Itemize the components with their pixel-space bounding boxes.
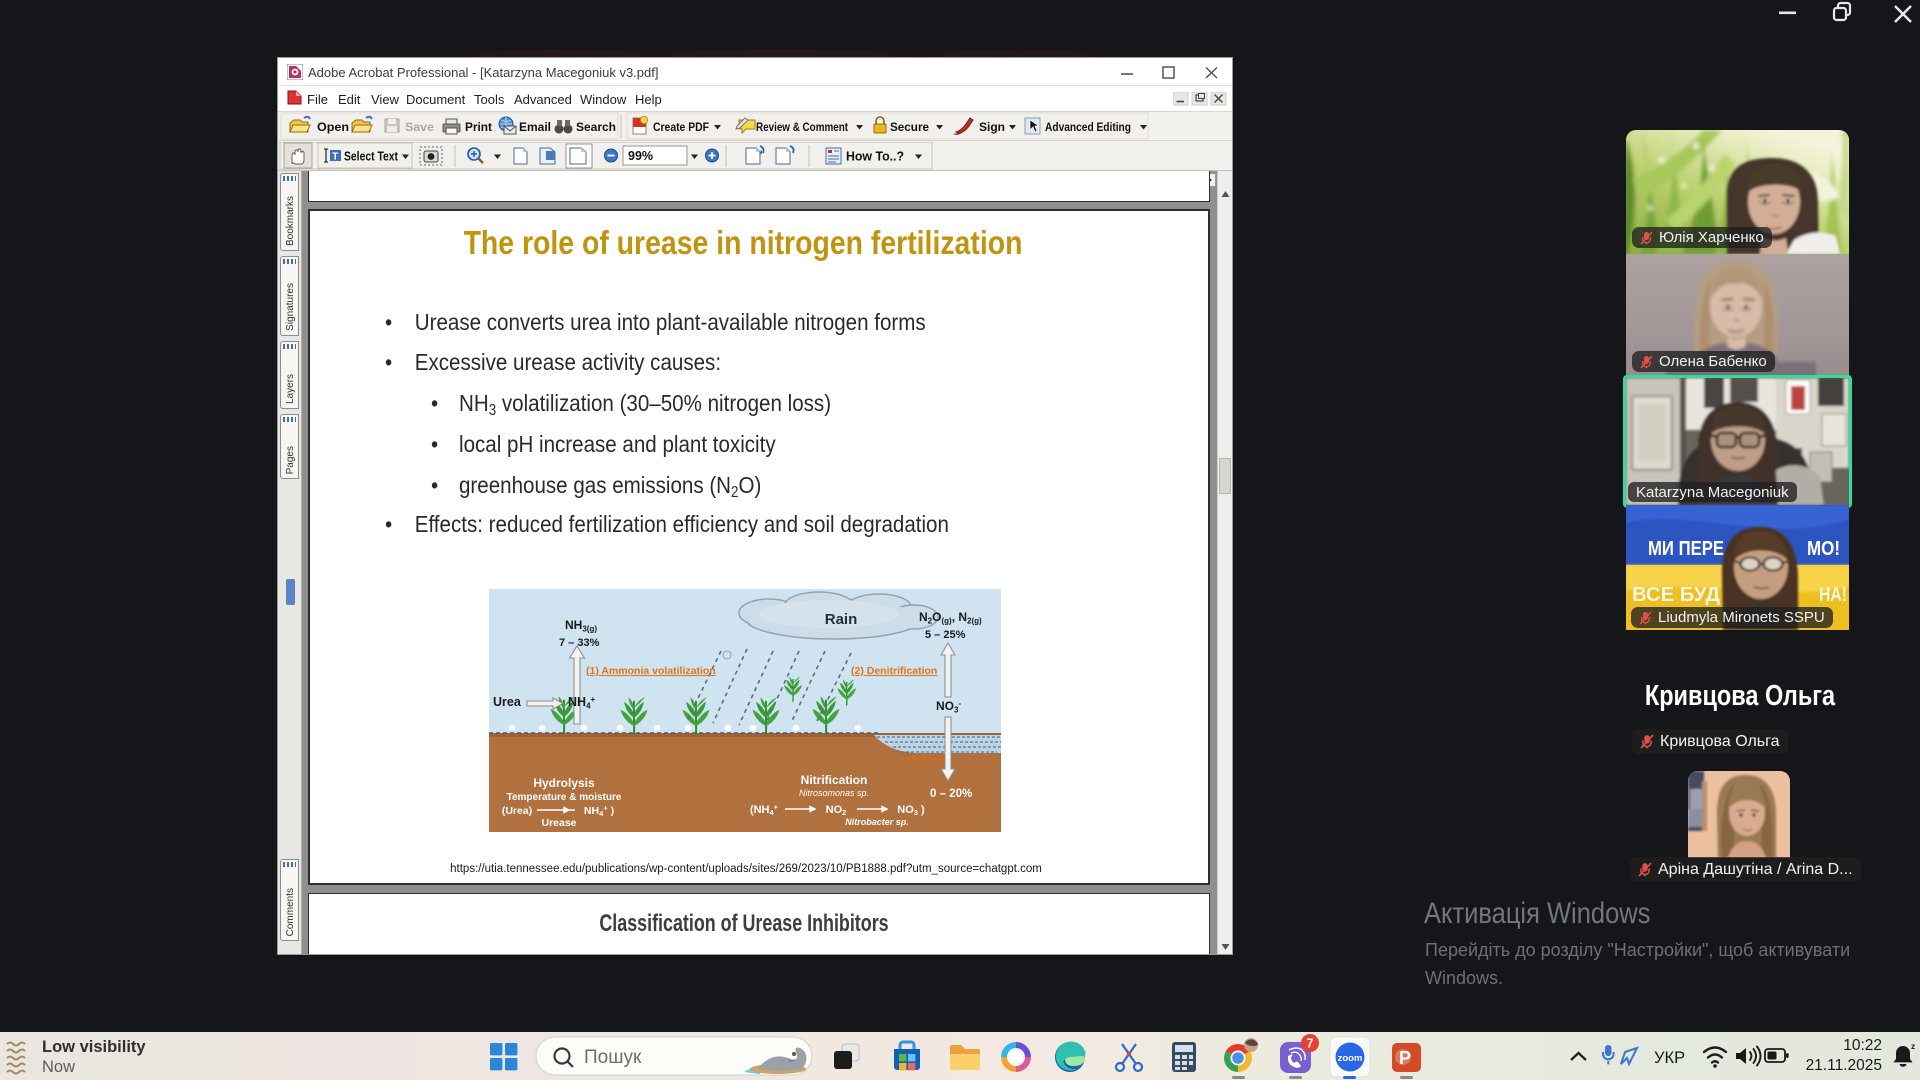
svg-text:Search: Search — [576, 120, 616, 134]
svg-text:Select Text: Select Text — [344, 150, 399, 164]
svg-text:(1) Ammonia volatilization: (1) Ammonia volatilization — [586, 665, 716, 677]
svg-text:УКР: УКР — [1654, 1049, 1685, 1067]
svg-text:Nitrobacter sp.: Nitrobacter sp. — [845, 817, 909, 827]
svg-text:Urea: Urea — [493, 695, 522, 709]
svg-text:P: P — [1399, 1048, 1411, 1068]
svg-text:ВСЕ БУД: ВСЕ БУД — [1632, 583, 1720, 606]
svg-text:Email: Email — [519, 120, 551, 134]
svg-text:0 – 20%: 0 – 20% — [930, 788, 972, 800]
svg-text:99%: 99% — [628, 149, 653, 163]
svg-text:Rain: Rain — [825, 611, 858, 628]
svg-text:Advanced Editing: Advanced Editing — [1045, 120, 1131, 134]
svg-text:7: 7 — [1307, 1037, 1314, 1051]
svg-text:Open: Open — [317, 120, 349, 134]
svg-text:Review & Comment: Review & Comment — [756, 120, 848, 134]
svg-text:Secure: Secure — [890, 120, 929, 134]
svg-text:Urease: Urease — [541, 817, 576, 829]
svg-text:Leaching: Leaching — [899, 755, 943, 766]
svg-text:zoom: zoom — [1338, 1053, 1363, 1064]
svg-text:How To..?: How To..? — [846, 150, 904, 164]
svg-text:NO3 ): NO3 ) — [897, 804, 925, 817]
svg-text:z: z — [1911, 1041, 1915, 1051]
svg-text:Low visibility: Low visibility — [42, 1038, 146, 1056]
svg-text:NO3-: NO3- — [936, 699, 961, 715]
svg-text:Sign: Sign — [979, 120, 1005, 134]
svg-text:Nitrosomonas sp.: Nitrosomonas sp. — [799, 788, 869, 798]
svg-text:7 – 33%: 7 – 33% — [559, 637, 600, 649]
svg-text:Now: Now — [42, 1058, 75, 1076]
svg-text:Temperature & moisture: Temperature & moisture — [507, 792, 622, 803]
svg-text:Hydrolysis: Hydrolysis — [533, 776, 595, 790]
svg-text:5 – 25%: 5 – 25% — [925, 629, 966, 641]
svg-text:НА!: НА! — [1819, 583, 1847, 606]
svg-text:Print: Print — [465, 120, 492, 134]
svg-text:T: T — [332, 151, 339, 163]
svg-text:Save: Save — [405, 120, 434, 134]
svg-text:(2) Denitrification: (2) Denitrification — [851, 665, 937, 677]
svg-text:Пошук: Пошук — [584, 1047, 642, 1068]
svg-text:(Urea): (Urea) — [502, 805, 532, 817]
svg-text:МИ ПЕРЕ: МИ ПЕРЕ — [1648, 537, 1724, 560]
svg-text:МО!: МО! — [1807, 537, 1840, 560]
svg-text:Create PDF: Create PDF — [653, 120, 709, 134]
svg-text:NH4+ ): NH4+ ) — [584, 804, 614, 819]
svg-text:Nitrification: Nitrification — [801, 773, 868, 787]
